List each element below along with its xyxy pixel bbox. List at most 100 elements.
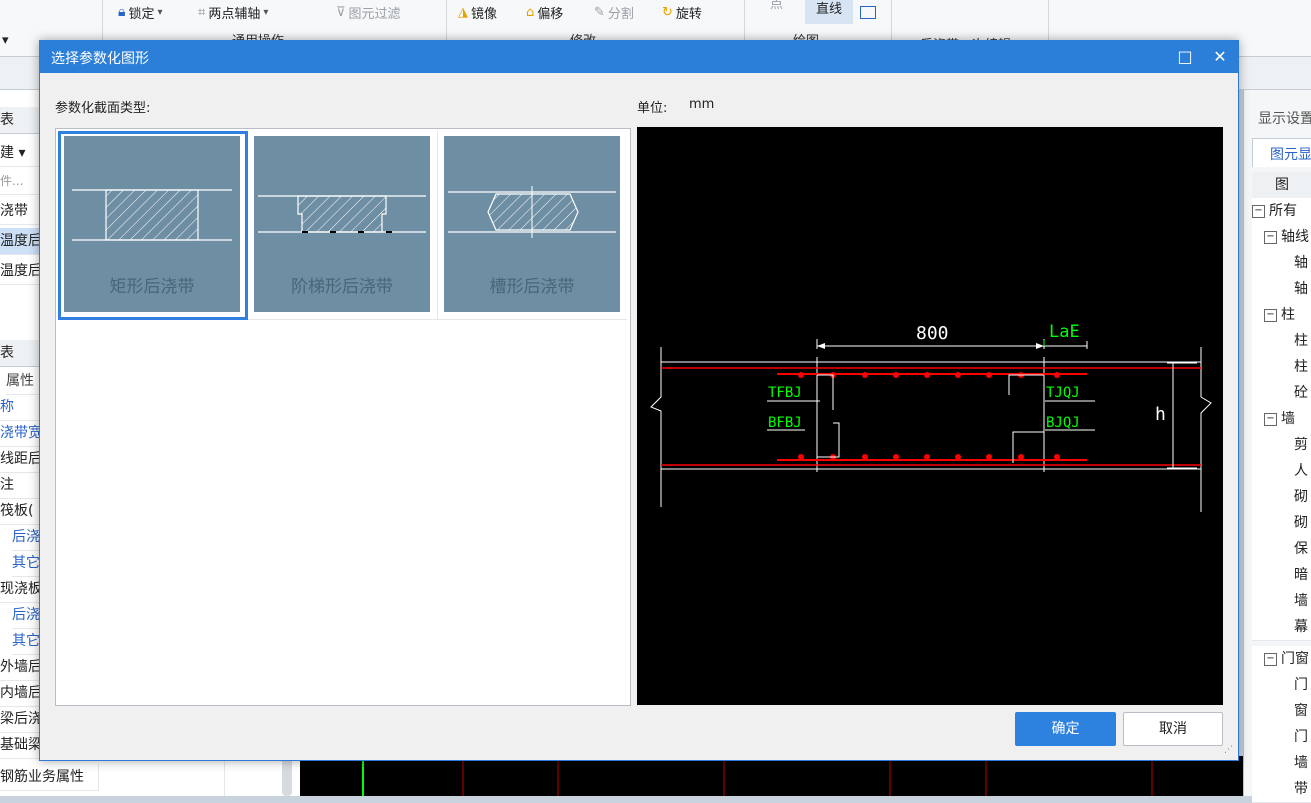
tree-leaf[interactable]: 轴 bbox=[1252, 276, 1311, 303]
tree-node[interactable]: − 轴线 bbox=[1252, 224, 1311, 251]
drawing-canvas[interactable] bbox=[300, 756, 1243, 796]
tree-leaf[interactable]: 墙 bbox=[1252, 750, 1311, 777]
maximize-icon: □ bbox=[1177, 47, 1193, 66]
tree-node[interactable]: − 门窗 bbox=[1252, 646, 1311, 673]
mirror-label: 镜像 bbox=[471, 6, 498, 22]
rotate-label: 旋转 bbox=[675, 6, 702, 22]
separator bbox=[1048, 0, 1049, 40]
scrollbar[interactable] bbox=[282, 758, 292, 796]
two-point-axis-button[interactable]: ⌗ 两点辅轴 ▾ bbox=[198, 2, 268, 22]
prop-row[interactable]: 梁后浇 bbox=[0, 706, 40, 733]
col-header: 图 bbox=[1252, 172, 1311, 199]
shape-caption: 阶梯形后浇带 bbox=[291, 277, 393, 297]
tree-leaf[interactable]: 暗 bbox=[1252, 562, 1311, 589]
cancel-button[interactable]: 取消 bbox=[1123, 712, 1223, 746]
unit-label: 单位: bbox=[637, 101, 668, 116]
prop-row-rebar-business[interactable]: 钢筋业务属性 bbox=[0, 764, 99, 791]
tree-leaf[interactable]: 墙 bbox=[1252, 588, 1311, 615]
tree-leaf[interactable]: 人 bbox=[1252, 458, 1311, 485]
dialog-titlebar[interactable]: 选择参数化图形 □ ✕ bbox=[40, 41, 1238, 73]
prop-row[interactable]: 后浇 bbox=[12, 602, 40, 629]
filter-button[interactable]: ⊽ 图元过滤 bbox=[336, 2, 401, 22]
collapse-icon[interactable]: − bbox=[1264, 652, 1277, 666]
rotate-button[interactable]: ↻ 旋转 bbox=[662, 2, 702, 22]
tab-label: 图元显 bbox=[1270, 147, 1311, 163]
prop-row[interactable]: 筏板( bbox=[0, 498, 40, 525]
prop-header: 属性 bbox=[6, 368, 40, 395]
tree-leaf[interactable]: 剪 bbox=[1252, 432, 1311, 459]
search-input[interactable]: 件... bbox=[0, 168, 40, 195]
offset-label: 偏移 bbox=[537, 6, 564, 22]
maximize-button[interactable]: □ bbox=[1172, 45, 1198, 69]
prop-row[interactable]: 称 bbox=[0, 394, 40, 421]
display-settings-title: 显示设置 bbox=[1258, 111, 1311, 127]
axis-icon: ⌗ bbox=[198, 4, 206, 20]
tree-node[interactable]: − 柱 bbox=[1252, 302, 1311, 329]
tab-properties[interactable]: 表 bbox=[0, 340, 40, 367]
tree-leaf[interactable]: 轴 bbox=[1252, 250, 1311, 277]
tree-leaf[interactable]: 保 bbox=[1252, 536, 1311, 563]
prop-row[interactable]: 现浇板 bbox=[0, 576, 40, 603]
close-button[interactable]: ✕ bbox=[1207, 45, 1233, 69]
separator bbox=[891, 0, 892, 40]
resize-grip-icon[interactable]: ⋰ bbox=[1224, 745, 1233, 755]
line-button[interactable]: 直线 bbox=[805, 0, 853, 24]
prop-row[interactable]: 浇带宽 bbox=[0, 420, 40, 447]
prop-row[interactable]: 其它 bbox=[12, 550, 40, 577]
tree-leaf[interactable]: 带 bbox=[1252, 776, 1311, 803]
tree-label: 所有 bbox=[1269, 203, 1297, 219]
tree-leaf[interactable]: 柱 bbox=[1252, 328, 1311, 355]
lock-button[interactable]: 🔒︎ 锁定 ▾ bbox=[118, 2, 163, 22]
tree-leaf[interactable]: 门 bbox=[1252, 672, 1311, 699]
chevron-down-icon: ▾ bbox=[263, 6, 269, 18]
prop-row[interactable]: 外墙后 bbox=[0, 654, 40, 681]
prop-row[interactable]: 内墙后 bbox=[0, 680, 40, 707]
tree-leaf[interactable]: 砼 bbox=[1252, 380, 1311, 407]
collapse-icon[interactable]: − bbox=[1264, 308, 1277, 322]
tree-item-selected[interactable]: 温度后 bbox=[0, 228, 40, 255]
tab-element-display[interactable]: 图元显 bbox=[1252, 138, 1311, 167]
tree-leaf[interactable]: 幕 bbox=[1252, 614, 1311, 641]
ok-button[interactable]: 确定 bbox=[1015, 712, 1116, 746]
tab-component-list[interactable]: 表 bbox=[0, 107, 40, 134]
shape-card-rectangle[interactable]: 矩形后浇带 bbox=[58, 131, 248, 320]
collapse-icon[interactable]: − bbox=[1264, 230, 1277, 244]
tree-node[interactable]: − 墙 bbox=[1252, 406, 1311, 433]
tree-label: 轴线 bbox=[1281, 229, 1309, 245]
tree-leaf[interactable]: 门 bbox=[1252, 724, 1311, 751]
tree-node[interactable]: − 所有 bbox=[1252, 198, 1311, 225]
shape-card-groove[interactable]: 槽形后浇带 bbox=[438, 131, 627, 320]
dialog-title: 选择参数化图形 bbox=[51, 51, 149, 67]
section-type-label: 参数化截面类型: bbox=[55, 101, 151, 116]
tree-leaf[interactable]: 窗 bbox=[1252, 698, 1311, 725]
new-button[interactable]: 建 ▾ bbox=[0, 140, 40, 167]
offset-icon: ⌂ bbox=[526, 4, 535, 20]
tree-item[interactable]: 温度后 bbox=[0, 258, 40, 285]
point-button[interactable]: 点 bbox=[770, 0, 783, 12]
prop-row[interactable]: 后浇 bbox=[12, 524, 40, 551]
offset-button[interactable]: ⌂ 偏移 bbox=[526, 2, 563, 22]
collapse-icon[interactable]: − bbox=[1252, 204, 1265, 218]
dimension-800: 800 bbox=[916, 323, 949, 344]
ribbon-left-dropdown[interactable]: ▾ bbox=[2, 30, 9, 50]
split-button[interactable]: ✎ 分割 bbox=[594, 2, 634, 22]
dimension-lae: LaE bbox=[1049, 322, 1080, 342]
collapse-icon[interactable]: − bbox=[1264, 412, 1277, 426]
prop-row[interactable]: 其它 bbox=[12, 628, 40, 655]
tree-leaf[interactable]: 柱 bbox=[1252, 354, 1311, 381]
prop-row[interactable]: 基础梁 bbox=[0, 732, 40, 759]
prop-value-cell[interactable] bbox=[224, 758, 277, 796]
mirror-button[interactable]: ◮ 镜像 bbox=[458, 2, 497, 22]
tree-item[interactable]: 浇带 bbox=[0, 198, 40, 225]
shape-card-stepped[interactable]: 阶梯形后浇带 bbox=[248, 131, 438, 320]
unit-value: mm bbox=[689, 97, 715, 112]
point-label: 点 bbox=[770, 0, 784, 12]
tree-leaf[interactable]: 砌 bbox=[1252, 510, 1311, 537]
prop-row[interactable]: 线距后 bbox=[0, 446, 40, 473]
rotate-icon: ↻ bbox=[662, 4, 673, 20]
tree-leaf[interactable]: 砌 bbox=[1252, 484, 1311, 511]
mirror-icon: ◮ bbox=[458, 4, 468, 20]
rect-draw-button[interactable] bbox=[860, 2, 876, 22]
prop-row[interactable]: 注 bbox=[0, 472, 40, 499]
close-icon: ✕ bbox=[1213, 47, 1227, 66]
